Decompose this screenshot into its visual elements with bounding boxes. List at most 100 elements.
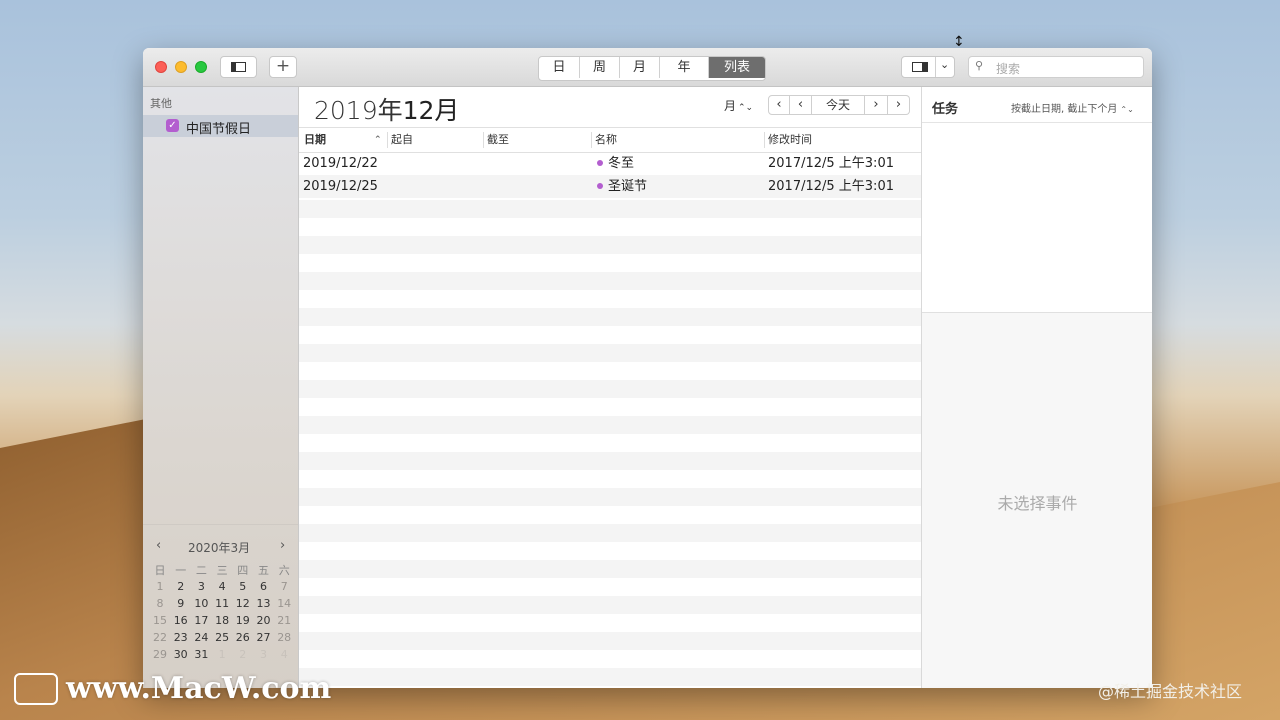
sidebar: 其他 ✓ 中国节假日 ‹ 2020年3月 › 日一二三四五六1234567891… [143, 87, 299, 688]
tasks-filter-label: 按截止日期, 截止下个月 [1011, 104, 1118, 115]
mini-calendar-day[interactable]: 28 [274, 631, 294, 644]
mini-calendar-day[interactable]: 31 [191, 648, 211, 661]
prev-button[interactable]: ‹ [790, 95, 812, 115]
table-stripe [299, 380, 921, 398]
column-modified[interactable]: 修改时间 [768, 128, 812, 152]
mini-calendar-day[interactable]: 10 [191, 597, 211, 610]
mini-calendar-day[interactable]: 9 [171, 597, 191, 610]
mini-calendar: ‹ 2020年3月 › 日一二三四五六 1 2 3 4 5 6 7 8 9 10 11 12 13 14 15… [143, 524, 298, 688]
mini-calendar-day[interactable]: 16 [171, 614, 191, 627]
mini-calendar-day[interactable]: 29 [150, 648, 170, 661]
mini-calendar-day[interactable]: 23 [171, 631, 191, 644]
close-window-button[interactable] [155, 61, 167, 73]
prev-year-button[interactable]: ‹ [768, 95, 790, 115]
next-button[interactable]: › [865, 95, 888, 115]
tab-week[interactable]: 周 [580, 57, 620, 78]
mini-calendar-day[interactable]: 25 [212, 631, 232, 644]
mini-calendar-day[interactable]: 27 [254, 631, 274, 644]
table-stripe [299, 578, 921, 596]
table-stripe [299, 362, 921, 380]
mini-calendar-day[interactable]: 26 [233, 631, 253, 644]
mini-calendar-day[interactable]: 4 [212, 580, 232, 593]
mini-calendar-day[interactable]: 1 [150, 580, 170, 593]
mini-calendar-day[interactable]: 3 [254, 648, 274, 661]
title-month: 12月 [402, 96, 460, 125]
search-field[interactable]: ⚲ 搜索 [968, 56, 1144, 78]
mini-calendar-day[interactable]: 8 [150, 597, 170, 610]
mini-calendar-day[interactable]: 12 [233, 597, 253, 610]
table-stripe [299, 470, 921, 488]
next-year-button[interactable]: › [888, 95, 910, 115]
tab-month[interactable]: 月 [620, 57, 660, 78]
mini-calendar-day[interactable]: 3 [191, 580, 211, 593]
calendar-label: 中国节假日 [186, 122, 252, 137]
mini-calendar-day[interactable]: 24 [191, 631, 211, 644]
weekday-label: 二 [195, 564, 207, 577]
mini-calendar-day[interactable]: 4 [274, 648, 294, 661]
table-stripe [299, 668, 921, 686]
mini-calendar-day[interactable]: 20 [254, 614, 274, 627]
cell-date: 2019/12/25 [303, 179, 378, 194]
event-detail-empty: 未选择事件 [922, 312, 1152, 688]
calendar-checkbox[interactable]: ✓ [166, 119, 179, 132]
calendar-color-dot [597, 182, 603, 189]
sidebar-icon [231, 62, 246, 72]
mini-calendar-day[interactable]: 18 [212, 614, 232, 627]
updown-icon: ⌃⌄ [738, 103, 754, 113]
mini-calendar-day[interactable]: 19 [233, 614, 253, 627]
table-stripes [299, 152, 921, 688]
scope-select[interactable]: 月 ⌃⌄ [724, 97, 753, 114]
mini-calendar-day[interactable]: 17 [191, 614, 211, 627]
add-event-button[interactable]: + [269, 56, 297, 78]
tab-day[interactable]: 日 [539, 57, 580, 78]
prev-month-button[interactable]: ‹ [156, 538, 161, 553]
mini-calendar-day[interactable]: 2 [233, 648, 253, 661]
column-to[interactable]: 截至 [487, 128, 509, 152]
zoom-window-button[interactable] [195, 61, 207, 73]
table-row[interactable]: 2019/12/22 冬至 2017/12/5 上午3:01 [299, 152, 921, 175]
toggle-sidebar-button[interactable] [220, 56, 257, 78]
column-from[interactable]: 起自 [391, 128, 413, 152]
mini-calendar-day[interactable]: 21 [274, 614, 294, 627]
mini-calendar-day[interactable]: 1 [212, 648, 232, 661]
mini-calendar-day[interactable]: 5 [233, 580, 253, 593]
view-switcher: 日 周 月 年 列表 [538, 56, 766, 81]
mini-calendar-day[interactable]: 15 [150, 614, 170, 627]
tab-year[interactable]: 年 [660, 57, 709, 78]
sidebar-item-calendar[interactable]: ✓ 中国节假日 [143, 115, 298, 137]
tasks-filter[interactable]: 按截止日期, 截止下个月 ⌃⌄ [1011, 100, 1134, 115]
column-date[interactable]: 日期 ⌃ [304, 128, 387, 152]
next-month-button[interactable]: › [280, 538, 285, 553]
today-button[interactable]: 今天 [812, 95, 865, 115]
chevron-down-icon: ⌄ [940, 58, 950, 71]
table-stripe [299, 272, 921, 290]
mini-calendar-day[interactable]: 6 [254, 580, 274, 593]
inspector-icon [912, 62, 928, 72]
mini-calendar-day[interactable]: 13 [254, 597, 274, 610]
weekday-label: 六 [278, 564, 290, 577]
column-name[interactable]: 名称 [595, 128, 617, 152]
minimize-window-button[interactable] [175, 61, 187, 73]
cell-modified: 2017/12/5 上午3:01 [768, 156, 894, 171]
sidebar-section-title: 其他 [150, 97, 172, 110]
tasks-title: 任务 [932, 102, 959, 117]
mini-calendar-day[interactable]: 2 [171, 580, 191, 593]
table-stripe [299, 326, 921, 344]
mini-calendar-day[interactable]: 14 [274, 597, 294, 610]
mini-calendar-day[interactable]: 7 [274, 580, 294, 593]
tab-list[interactable]: 列表 [709, 57, 765, 78]
inspector-toggle-button[interactable]: ⌄ [901, 56, 955, 78]
cell-name: 冬至 [597, 155, 634, 173]
event-name: 圣诞节 [608, 179, 648, 194]
table-row[interactable]: 2019/12/25 圣诞节 2017/12/5 上午3:01 [299, 175, 921, 198]
mini-calendar-day[interactable]: 30 [171, 648, 191, 661]
cell-modified: 2017/12/5 上午3:01 [768, 179, 894, 194]
table-stripe [299, 398, 921, 416]
table-stripe [299, 254, 921, 272]
updown-icon: ⌃⌄ [1120, 105, 1134, 114]
mini-calendar-day[interactable]: 11 [212, 597, 232, 610]
weekday-label: 五 [258, 564, 269, 577]
mini-calendar-day[interactable]: 22 [150, 631, 170, 644]
table-stripe [299, 650, 921, 668]
column-date-label: 日期 [304, 133, 326, 146]
